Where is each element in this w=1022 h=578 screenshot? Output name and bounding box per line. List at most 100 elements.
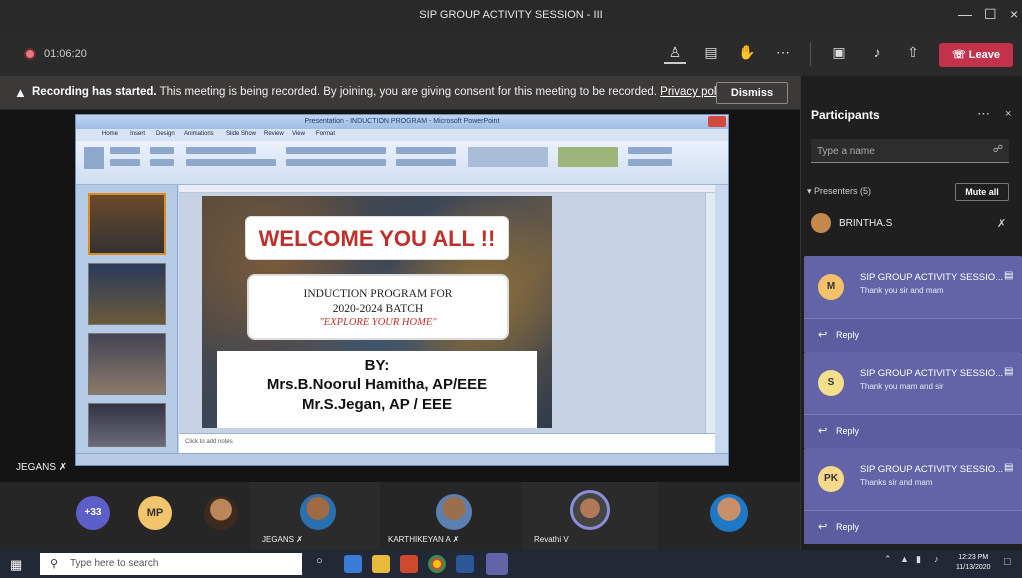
more-options-icon[interactable]: ⋯ [977,106,990,122]
teams-icon[interactable] [486,553,508,575]
slide-canvas: WELCOME YOU ALL !! INDUCTION PROGRAM FOR… [202,196,552,428]
chat-notification[interactable]: PK SIP GROUP ACTIVITY SESSIO... Thanks s… [804,448,1022,544]
minimize-icon[interactable]: — [958,6,972,22]
camera-off-icon[interactable]: ▣ [828,44,850,64]
participant-name[interactable]: BRINTHA.S [839,218,892,229]
participants-icon[interactable]: ♙ [664,44,686,64]
mic-icon[interactable]: ♪ [866,44,888,64]
mic-muted-icon: ✗ [997,218,1007,230]
participant-avatar [710,494,748,532]
ppt-tab: View [292,131,305,137]
participant-tile-active[interactable]: Revathi V [522,482,658,550]
recording-icon [24,48,36,60]
reply-button[interactable]: ↩ Reply [804,318,1022,352]
sender-avatar: M [818,274,844,300]
presenters-section-label[interactable]: ▾ Presenters (5) [807,186,871,197]
task-view-icon[interactable] [344,555,362,573]
phone-icon: ☏ [951,49,969,61]
word-icon[interactable] [456,555,474,573]
ppt-ribbon [76,141,728,185]
reply-icon: ↩ [818,329,828,341]
notes-placeholder: Click to add notes [185,439,233,445]
share-screen-icon[interactable]: ⇧ [902,44,924,64]
presenter-2: Mr.S.Jegan, AP / EEE [301,396,453,413]
induction-line1: INDUCTION PROGRAM FOR [303,288,453,300]
notification-message: Thanks sir and mam [860,478,933,487]
ppt-tab: Format [316,131,336,137]
ruler [179,185,715,193]
ppt-status-bar [76,453,728,465]
cortana-icon[interactable]: ○ [316,555,334,573]
reply-icon: ↩ [818,521,828,533]
leave-label: Leave [968,49,1000,61]
raise-hand-icon[interactable]: ✋ [736,44,758,64]
tray-chevron-icon[interactable]: ⌃ [884,554,892,565]
ppt-close-icon [708,116,726,127]
welcome-heading: WELCOME YOU ALL !! [245,216,509,260]
taskbar-search[interactable]: ⚲ Type here to search [40,553,302,575]
ppt-tab: Design [156,131,175,137]
search-icon: ⚲ [50,558,59,570]
open-chat-icon[interactable]: ▤ [1004,366,1013,377]
overflow-participants-badge[interactable]: +33 [76,496,110,530]
participant-avatar [436,494,472,530]
mute-all-button[interactable]: Mute all [955,183,1009,201]
sender-avatar: PK [818,466,844,492]
meeting-toolbar: 01:06:20 ♙ ▤ ✋ ⋯ ▣ ♪ ⇧ ☏ Leave [0,32,1022,76]
file-explorer-icon[interactable] [372,555,390,573]
participant-tile[interactable]: KARTHIKEYAN A ✗ [380,482,522,550]
avatar [811,213,831,233]
participant-search[interactable]: ☍ [811,139,1009,163]
slide-thumbnail [88,263,166,325]
window-title: SIP GROUP ACTIVITY SESSION - III [419,9,603,21]
participant-avatar [570,490,610,530]
meeting-timer: 01:06:20 [44,48,87,60]
participant-strip: +33 MP JEGANS ✗ KARTHIKEYAN A ✗ Revathi … [0,482,800,550]
participant-avatar-mp[interactable]: MP [138,496,172,530]
panel-title: Participants [811,108,880,122]
open-chat-icon[interactable]: ▤ [1004,270,1013,281]
powerpoint-icon[interactable] [400,555,418,573]
participant-tile[interactable]: JEGANS ✗ [250,482,380,550]
shared-screen-stage: Presentation - INDUCTION PROGRAM - Micro… [0,110,800,482]
reply-button[interactable]: ↩ Reply [804,510,1022,544]
ppt-tab: Insert [130,131,146,137]
participant-search-input[interactable] [817,144,977,158]
chat-notification[interactable]: S SIP GROUP ACTIVITY SESSIO... Thank you… [804,352,1022,448]
ppt-tab: Slide Show [226,131,257,137]
volume-icon[interactable]: ♪ [934,554,939,564]
sender-avatar: S [818,370,844,396]
by-label: BY: [364,357,390,374]
chrome-icon[interactable] [428,555,446,573]
notification-title: SIP GROUP ACTIVITY SESSIO... [860,368,1004,379]
chat-notification[interactable]: M SIP GROUP ACTIVITY SESSIO... Thank you… [804,256,1022,352]
notifications-icon[interactable]: □ [1004,556,1011,568]
induction-line2: 2020-2024 BATCH [332,303,424,315]
system-clock[interactable]: 12:23 PM 11/13/2020 [956,553,991,573]
close-icon[interactable]: × [1010,6,1018,22]
open-chat-icon[interactable]: ▤ [1004,462,1013,473]
ppt-tab: Animations [184,131,214,137]
slide-thumbnail [88,193,166,255]
presenters-box: BY: Mrs.B.Noorul Hamitha, AP/EEE Mr.S.Je… [217,351,537,428]
dismiss-button[interactable]: Dismiss [716,82,788,104]
participant-tile[interactable] [658,482,800,550]
mic-muted-icon: ✗ [58,462,68,473]
battery-icon[interactable]: ▮ [916,554,921,565]
windows-start-icon[interactable]: ▦ [10,557,22,573]
toolbar-divider [810,42,811,66]
notes-pane: Click to add notes [179,433,715,453]
reply-button[interactable]: ↩ Reply [804,414,1022,448]
leave-button[interactable]: ☏ Leave [939,43,1013,67]
more-actions-icon[interactable]: ⋯ [772,44,794,64]
participant-avatar[interactable] [204,496,238,530]
network-icon[interactable]: ▲ [900,554,909,564]
maximize-icon[interactable]: ☐ [984,6,997,23]
banner-text: This meeting is being recorded. By joini… [159,86,657,98]
ppt-tab: Review [264,131,284,137]
chat-icon[interactable]: ▤ [700,44,722,64]
close-panel-icon[interactable]: × [1005,108,1011,120]
share-invite-icon[interactable]: ☍ [993,144,1003,155]
participant-name: JEGANS ✗ [262,535,303,544]
title-bar: SIP GROUP ACTIVITY SESSION - III — ☐ × [0,0,1022,32]
